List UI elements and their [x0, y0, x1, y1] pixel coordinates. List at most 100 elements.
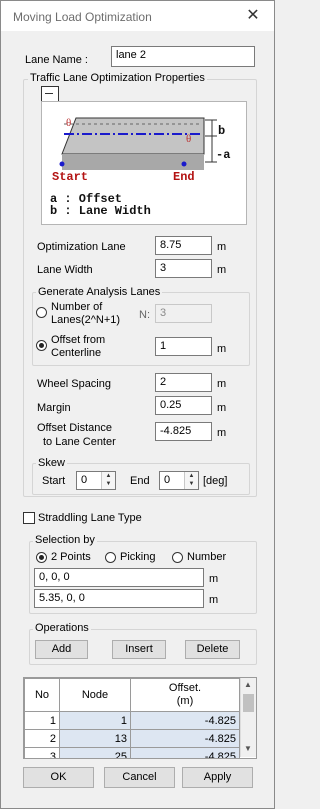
table-row[interactable]: 1 1 -4.825 — [24, 711, 240, 730]
lane-plane — [61, 117, 205, 155]
skew-start-value: 0 — [81, 474, 88, 486]
offset-distance-unit: m — [217, 427, 227, 439]
skew-group-label: Skew — [36, 457, 67, 469]
wheel-spacing-unit: m — [217, 378, 227, 390]
optimization-lane-unit: m — [217, 241, 227, 253]
table-header-row: No Node Offset. (m) — [24, 678, 240, 712]
point2-unit: m — [209, 594, 219, 606]
b-label: b — [218, 124, 225, 138]
offset-centerline-input[interactable]: 1 — [155, 337, 212, 356]
lane-width-input[interactable]: 3 — [155, 259, 212, 278]
wheel-spacing-label: Wheel Spacing — [37, 378, 111, 390]
selection-group-label: Selection by — [33, 534, 97, 546]
number-label: Number — [187, 551, 227, 563]
n-input[interactable]: 3 — [155, 304, 212, 323]
add-button[interactable]: Add — [35, 640, 88, 659]
insert-button[interactable]: Insert — [112, 640, 166, 659]
cell-offset[interactable]: -4.825 — [130, 711, 240, 730]
number-of-lanes-label-2: Lanes(2^N+1) — [51, 314, 121, 326]
table-row[interactable]: 2 13 -4.825 — [24, 729, 240, 748]
optimization-lane-input[interactable]: 8.75 — [155, 236, 212, 255]
spinner-arrows-icon[interactable]: ▲ ▼ — [184, 472, 198, 489]
offset-centerline-unit: m — [217, 343, 227, 355]
n-label: N: — [139, 309, 150, 321]
collapse-diagram-button[interactable] — [41, 86, 59, 102]
cell-no: 3 — [24, 747, 60, 758]
delete-button[interactable]: Delete — [185, 640, 240, 659]
optimization-lane-label: Optimization Lane — [37, 241, 126, 253]
cell-offset[interactable]: -4.825 — [130, 747, 240, 758]
column-header-node[interactable]: Node — [59, 678, 131, 712]
apply-button[interactable]: Apply — [182, 767, 253, 788]
offset-from-centerline-radio[interactable] — [36, 340, 47, 351]
number-of-lanes-radio[interactable] — [36, 307, 47, 318]
column-header-no[interactable]: No — [24, 678, 60, 712]
margin-input[interactable]: 0.25 — [155, 396, 212, 415]
straddling-label: Straddling Lane Type — [38, 512, 142, 524]
two-points-label: 2 Points — [51, 551, 91, 563]
cell-no: 1 — [24, 711, 60, 730]
spinner-arrows-icon[interactable]: ▲ ▼ — [101, 472, 115, 489]
skew-end-value: 0 — [164, 474, 171, 486]
cell-no: 2 — [24, 729, 60, 748]
picking-label: Picking — [120, 551, 156, 563]
cell-node[interactable]: 1 — [59, 711, 131, 730]
margin-unit: m — [217, 402, 227, 414]
skew-unit: [deg] — [203, 475, 228, 487]
ok-button[interactable]: OK — [23, 767, 94, 788]
operations-group-label: Operations — [33, 622, 91, 634]
cell-node[interactable]: 13 — [59, 729, 131, 748]
lane-width-label: Lane Width — [37, 264, 93, 276]
node-table: No Node Offset. (m) 1 1 -4.825 2 13 -4.8… — [24, 678, 240, 758]
two-points-radio[interactable] — [36, 552, 47, 563]
generate-lanes-group-label: Generate Analysis Lanes — [36, 286, 163, 298]
scroll-down-icon[interactable]: ▼ — [244, 744, 252, 753]
point1-input[interactable]: 0, 0, 0 — [34, 568, 204, 587]
table-row[interactable]: 3 25 -4.825 — [24, 747, 240, 758]
lane-name-input[interactable]: lane 2 — [111, 46, 255, 67]
neg-a-label: -a — [216, 148, 230, 162]
start-point — [59, 161, 65, 167]
offset-header-line1: Offset. — [168, 682, 202, 694]
skew-end-label: End — [130, 475, 150, 487]
point1-unit: m — [209, 573, 219, 585]
skew-start-label: Start — [42, 475, 66, 487]
end-label: End — [173, 170, 195, 184]
window-title: Moving Load Optimization — [13, 10, 152, 24]
cancel-button[interactable]: Cancel — [104, 767, 175, 788]
cell-node[interactable]: 25 — [59, 747, 131, 758]
lane-width-unit: m — [217, 264, 227, 276]
offset-distance-label-1: Offset Distance — [37, 422, 112, 434]
offset-centerline-label-2: Centerline — [51, 347, 102, 359]
scroll-up-icon[interactable]: ▲ — [244, 680, 252, 689]
margin-label: Margin — [37, 402, 71, 414]
legend-lane-width: b : Lane Width — [50, 204, 151, 218]
lane-diagram: θ θ b -a Start End a : Offset b : Lane W… — [41, 101, 247, 225]
number-radio[interactable] — [172, 552, 183, 563]
lane-name-label: Lane Name : — [25, 54, 88, 66]
theta-label-right: θ — [186, 133, 191, 145]
column-header-offset[interactable]: Offset. (m) — [130, 678, 240, 712]
picking-radio[interactable] — [105, 552, 116, 563]
wheel-spacing-input[interactable]: 2 — [155, 373, 212, 392]
offset-distance-input[interactable]: -4.825 — [155, 422, 212, 441]
theta-label-left: θ — [66, 117, 71, 129]
point2-input[interactable]: 5.35, 0, 0 — [34, 589, 204, 608]
skew-end-spinner[interactable]: 0 ▲ ▼ — [159, 471, 199, 490]
cell-offset[interactable]: -4.825 — [130, 729, 240, 748]
traffic-lane-group-label: Traffic Lane Optimization Properties — [28, 72, 207, 84]
offset-centerline-label-1: Offset from — [51, 334, 106, 346]
straddling-checkbox[interactable] — [23, 512, 35, 524]
offset-header-line2: (m) — [176, 695, 194, 707]
scroll-thumb[interactable] — [243, 694, 254, 712]
offset-distance-label-2: to Lane Center — [43, 436, 116, 448]
minus-icon — [45, 93, 53, 94]
title-bar: Moving Load Optimization ✕ — [1, 1, 274, 31]
dialog-window: Moving Load Optimization ✕ Lane Name : l… — [0, 0, 275, 809]
number-of-lanes-label-1: Number of — [51, 301, 103, 313]
end-point — [181, 161, 187, 167]
skew-start-spinner[interactable]: 0 ▲ ▼ — [76, 471, 116, 490]
close-icon[interactable]: ✕ — [241, 5, 265, 27]
table-scrollbar[interactable]: ▲ ▼ — [240, 678, 256, 757]
lane-diagram-svg: θ θ b -a Start End a : Offset b : Lane W… — [50, 117, 230, 218]
